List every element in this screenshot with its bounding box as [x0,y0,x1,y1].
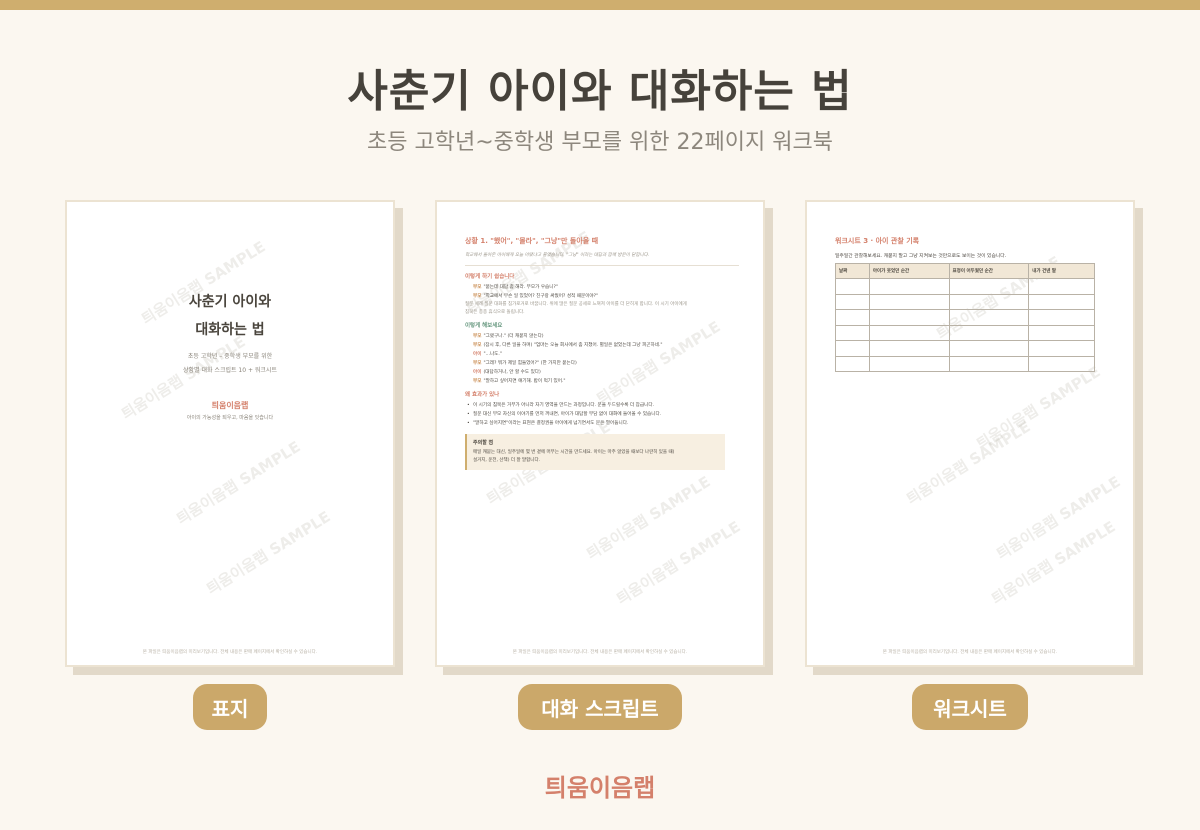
dialogue-line: 부모 "그래? 뭐가 제일 힘들었어?" (한 가지만 묻는다) [473,361,577,366]
bullet-item: 질문 대신 부모 자신의 이야기를 먼저 꺼내면, 아이가 대답할 부담 없이 … [465,410,739,419]
top-accent-bar [0,0,1200,10]
table-cell[interactable] [835,340,870,357]
worksheet-page: 틔움이음랩 SAMPLE 틔움이음랩 SAMPLE 틔움이음랩 SAMPLE 틔… [805,200,1135,667]
script-preview[interactable]: 틔움이음랩 SAMPLE 틔움이음랩 SAMPLE 틔움이음랩 SAMPLE 틔… [435,200,773,675]
table-cell[interactable] [1028,278,1095,295]
label-worksheet[interactable]: 워크시트 [912,684,1028,730]
table-cell[interactable] [835,324,870,341]
brand-logo-text: 틔움이음랩 [544,774,656,802]
page-footer: 본 파일은 틔움이음랩의 미리보기입니다. 전체 내용은 판매 페이지에서 확인… [512,650,688,655]
watermark: 틔움이음랩 SAMPLE [988,517,1119,609]
cover-page: 틔움이음랩 SAMPLE 틔움이음랩 SAMPLE 틔움이음랩 SAMPLE 틔… [65,200,395,667]
watermark: 틔움이음랩 SAMPLE [613,517,744,609]
table-cell[interactable] [1028,309,1095,326]
table-cell[interactable] [1028,324,1095,341]
section-heading-right: 이렇게 해보세요 [465,323,503,329]
table-row [835,324,1095,341]
dialogue-line: 부모 "묻는데 대답 좀 해라. 부모가 우습니?" [473,285,559,290]
observation-table: 날짜 아이가 웃었던 순간 표정이 어두웠던 순간 내가 건넨 말 [835,263,1095,372]
page-title: 사춘기 아이와 대화하는 법 [347,66,853,117]
bullet-item: "말하고 싶어지면"이라는 표현은 결정권을 아이에게 넘기면서도 문은 열어둡… [465,419,739,428]
table-cell[interactable] [835,355,870,372]
cover-title: 사춘기 아이와 대화하는 법 [188,294,272,338]
table-cell[interactable] [1028,355,1095,372]
section-heading-why: 왜 효과가 있나 [465,392,500,398]
label-script[interactable]: 대화 스크립트 [518,684,682,730]
table-cell[interactable] [948,278,1030,295]
worksheet-title: 워크시트 3 · 아이 관찰 기록 [835,237,920,245]
table-cell[interactable] [948,293,1030,310]
table-cell[interactable] [948,324,1030,341]
divider [465,265,739,266]
section-heading-wrong: 이렇게 하기 쉽습니다 [465,274,515,280]
column-header: 날짜 [835,263,870,279]
script-content: 상황 1. "했어", "몰라", "그냥"만 돌아올 때 학교에서 돌아온 아… [465,236,739,470]
table-cell[interactable] [835,309,870,326]
table-cell[interactable] [835,278,870,295]
watermark: 틔움이음랩 SAMPLE [973,362,1104,454]
table-cell[interactable] [868,293,950,310]
page-footer: 본 파일은 틔움이음랩의 미리보기입니다. 전체 내용은 판매 페이지에서 확인… [142,650,318,655]
table-body [835,278,1095,372]
table-row [835,355,1095,372]
page-subtitle: 초등 고학년~중학생 부모를 위한 22페이지 워크북 [367,130,833,155]
table-cell[interactable] [948,309,1030,326]
callout-title: 주의할 점 [473,440,494,446]
bullet-item: 이 시기의 침묵은 거부가 아니라 자기 영역을 만드는 과정입니다. 문을 두… [465,401,739,410]
label-cover[interactable]: 표지 [193,684,267,730]
watermark: 틔움이음랩 SAMPLE [203,507,334,599]
dialogue-line: 부모 "그랬구나." (더 캐묻지 않는다) [473,334,544,339]
dialogue-line: 아이 "...나도." [473,352,502,357]
cover-subtitle: 초등 고학년 – 중학생 부모를 위한 상황별 대화 스크립트 10 + 워크시… [183,353,277,374]
script-page: 틔움이음랩 SAMPLE 틔움이음랩 SAMPLE 틔움이음랩 SAMPLE 틔… [435,200,765,667]
worksheet-description: 일주일간 관찰해보세요. 캐묻지 말고 그냥 지켜보는 것만으로도 보이는 것이… [835,254,1007,259]
worksheet-preview[interactable]: 틔움이음랩 SAMPLE 틔움이음랩 SAMPLE 틔움이음랩 SAMPLE 틔… [805,200,1143,675]
table-cell[interactable] [868,340,950,357]
watermark: 틔움이음랩 SAMPLE [583,472,714,564]
watermark: 틔움이음랩 SAMPLE [173,437,304,529]
table-row [835,309,1095,326]
dialogue-line: 부모 "말하고 싶어지면 얘기해. 밥이 먹기 있어." [473,379,566,384]
page-footer: 본 파일은 틔움이음랩의 미리보기입니다. 전체 내용은 판매 페이지에서 확인… [882,650,1058,655]
table-cell[interactable] [948,355,1030,372]
table-row [835,340,1095,357]
table-cell[interactable] [868,309,950,326]
situation-intro: 학교에서 돌아온 아이에게 오늘 어땠냐고 물었습니다. "그냥" 이라는 대답… [465,253,650,258]
table-cell[interactable] [868,324,950,341]
cover-tagline: 아이의 가능성을 틔우고, 마음을 잇습니다 [186,415,274,421]
column-header: 내가 건넨 말 [1028,263,1095,279]
column-header: 아이가 웃었던 순간 [868,263,950,279]
worksheet-content: 워크시트 3 · 아이 관찰 기록 일주일간 관찰해보세요. 캐묻지 말고 그냥… [835,236,1109,372]
cover-brand: 틔움이음랩 [211,401,249,410]
caution-callout: 주의할 점 매일 캐묻는 대신, 일주일에 몇 번 곁에 머무는 시간을 만드세… [465,434,725,470]
watermark: 틔움이음랩 SAMPLE [993,472,1124,564]
table-cell[interactable] [868,278,950,295]
dialogue-line: 부모 (잠시 후, 다른 일을 하며) "엄마는 오늘 회사에서 좀 지쳤어. 별… [473,343,663,348]
table-cell[interactable] [1028,340,1095,357]
callout-body: 매일 캐묻는 대신, 일주일에 몇 번 곁에 머무는 시간을 만드세요. 아이는… [473,450,675,463]
dialogue-line: 아이 (대답하거나, 안 할 수도 있다) [473,370,541,375]
table-row [835,293,1095,310]
watermark-layer: 틔움이음랩 SAMPLE 틔움이음랩 SAMPLE 틔움이음랩 SAMPLE 틔… [67,202,393,665]
explanation-note: 질문 세례 질문 대화를 침가로거로 바꿉니다. 위에 많은 질문 공세로 느껴… [465,302,687,315]
table-cell[interactable] [1028,293,1095,310]
table-cell[interactable] [868,355,950,372]
dialogue-line: 부모 "학교에서 무슨 일 있었어? 친구랑 싸웠어? 성적 때문이야?" [473,294,599,299]
column-header: 표정이 어두웠던 순간 [948,263,1030,279]
table-cell[interactable] [835,293,870,310]
situation-title: 상황 1. "했어", "몰라", "그냥"만 돌아올 때 [465,237,599,245]
table-cell[interactable] [948,340,1030,357]
table-row [835,278,1095,295]
cover-preview[interactable]: 틔움이음랩 SAMPLE 틔움이음랩 SAMPLE 틔움이음랩 SAMPLE 틔… [65,200,403,675]
watermark: 틔움이음랩 SAMPLE [903,417,1034,509]
